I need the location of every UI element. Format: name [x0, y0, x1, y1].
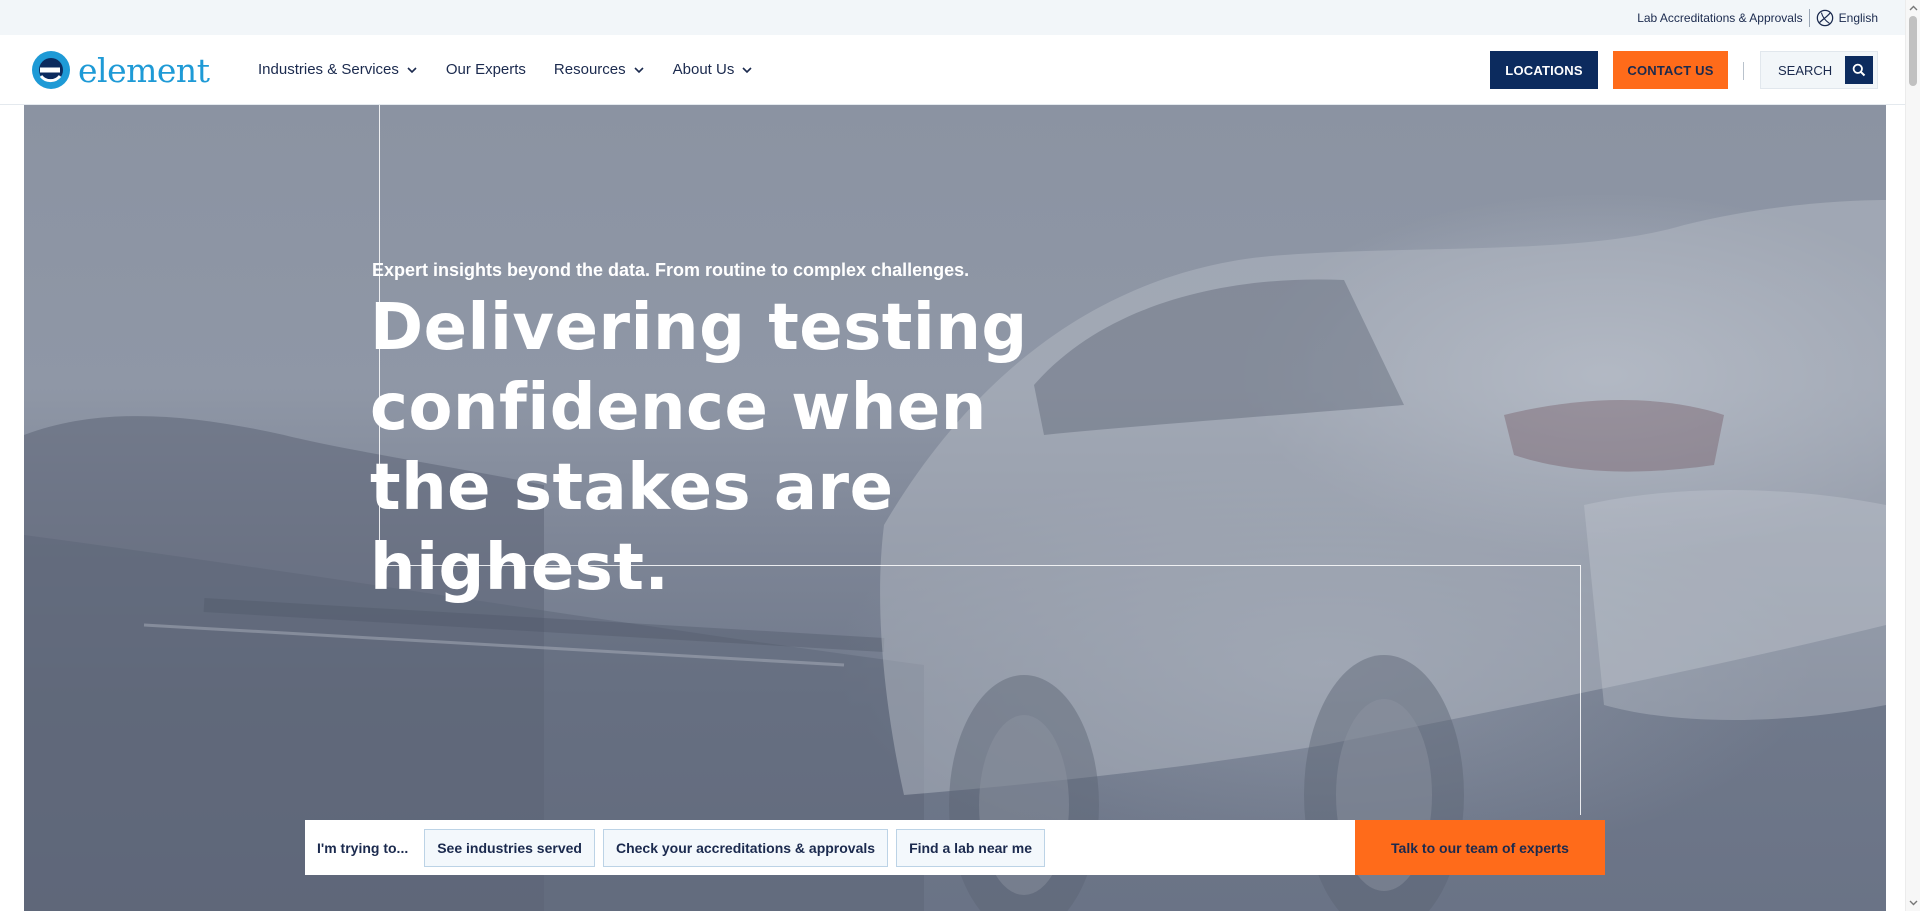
- scroll-up-arrow-icon[interactable]: [1909, 4, 1918, 13]
- page-scrollbar[interactable]: [1905, 0, 1920, 911]
- search-label: SEARCH: [1778, 62, 1833, 78]
- hero-headline: Delivering testing confidence when the s…: [370, 291, 1028, 605]
- logo-mark-icon: [32, 51, 70, 89]
- main-nav: element Industries & Services Our Expert…: [0, 35, 1905, 105]
- element-logo[interactable]: element: [30, 49, 210, 91]
- nav-label: Industries & Services: [258, 61, 399, 78]
- nav-divider: [1743, 62, 1744, 80]
- utility-bar: Lab Accreditations & Approvals English: [0, 0, 1905, 35]
- quick-actions-prompt: I'm trying to...: [317, 839, 409, 856]
- locations-button[interactable]: LOCATIONS: [1490, 51, 1598, 89]
- find-lab-button[interactable]: Find a lab near me: [896, 828, 1045, 867]
- nav-item-resources[interactable]: Resources: [554, 61, 645, 78]
- utility-divider: [1808, 8, 1810, 27]
- see-industries-button[interactable]: See industries served: [424, 828, 595, 867]
- language-selector[interactable]: English: [1816, 9, 1878, 27]
- contact-us-button[interactable]: CONTACT US: [1613, 51, 1728, 89]
- logo-wordmark: element: [78, 50, 210, 90]
- hero-eyebrow: Expert insights beyond the data. From ro…: [372, 260, 970, 280]
- language-label: English: [1838, 10, 1878, 25]
- nav-item-our-experts[interactable]: Our Experts: [446, 61, 526, 78]
- chevron-down-icon: [742, 66, 752, 73]
- scroll-down-arrow-icon[interactable]: [1909, 898, 1918, 907]
- nav-item-about-us[interactable]: About Us: [673, 61, 754, 78]
- accreditations-link[interactable]: Lab Accreditations & Approvals: [1637, 11, 1802, 25]
- search-button[interactable]: [1845, 56, 1873, 84]
- talk-to-experts-button[interactable]: Talk to our team of experts: [1355, 820, 1605, 875]
- search-icon: [1852, 63, 1866, 77]
- chevron-down-icon: [407, 66, 417, 73]
- primary-nav: Industries & Services Our Experts Resour…: [258, 35, 781, 104]
- chevron-down-icon: [634, 66, 644, 73]
- nav-label: Resources: [553, 61, 626, 78]
- search-box[interactable]: SEARCH: [1760, 51, 1878, 89]
- quick-actions-bar: I'm trying to... See industries served C…: [305, 820, 1605, 875]
- globe-icon: [1816, 9, 1833, 26]
- nav-item-industries-services[interactable]: Industries & Services: [258, 61, 418, 78]
- hero-frame-line: [1580, 565, 1581, 815]
- check-accreditations-button[interactable]: Check your accreditations & approvals: [602, 828, 889, 867]
- hero-banner: Expert insights beyond the data. From ro…: [24, 105, 1886, 911]
- nav-label: About Us: [672, 61, 735, 78]
- nav-label: Our Experts: [445, 61, 526, 78]
- scrollbar-thumb[interactable]: [1909, 16, 1917, 86]
